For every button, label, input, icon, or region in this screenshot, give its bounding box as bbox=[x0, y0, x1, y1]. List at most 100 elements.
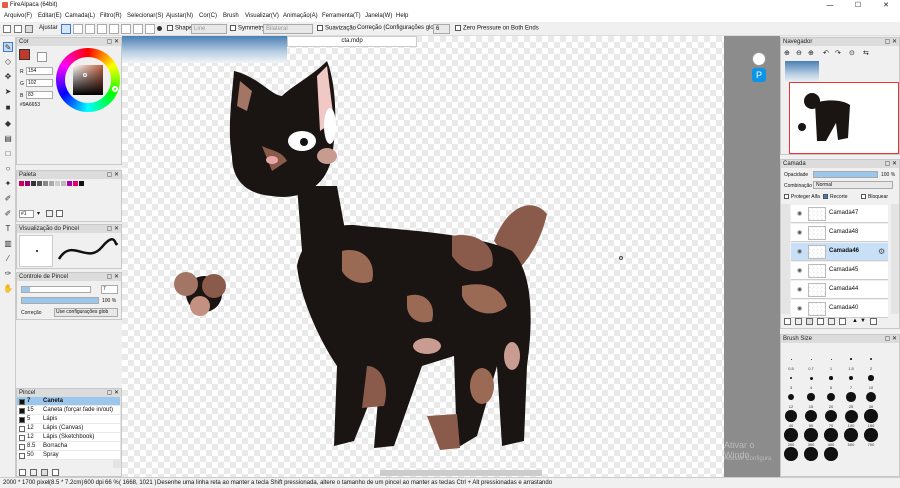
text-icon[interactable]: T bbox=[3, 224, 13, 234]
add-brush-icon[interactable] bbox=[19, 469, 26, 476]
visibility-icon[interactable]: ◉ bbox=[797, 286, 802, 293]
menu-janela[interactable]: Janela(W) bbox=[365, 13, 392, 19]
brush-size-dot[interactable] bbox=[864, 428, 878, 442]
brush-size-dot[interactable] bbox=[865, 391, 877, 403]
menu-animacao[interactable]: Animação(A) bbox=[283, 13, 318, 19]
zoom-fit-icon[interactable]: ⊕ bbox=[808, 49, 814, 57]
brush-list-item[interactable]: 12 Lápis (Canvas) bbox=[17, 424, 120, 433]
palette-swatch[interactable] bbox=[55, 181, 60, 186]
menu-visualizar[interactable]: Visualizar(V) bbox=[245, 13, 279, 19]
delete-palette-icon[interactable] bbox=[56, 210, 63, 217]
flip-icon[interactable]: ⇆ bbox=[863, 49, 869, 57]
brush-size-dot[interactable] bbox=[807, 393, 815, 401]
brush-correction-select[interactable]: Use configurações glob bbox=[54, 308, 118, 317]
brush-size-dot[interactable] bbox=[824, 409, 838, 423]
layer-opacity-slider[interactable] bbox=[813, 171, 878, 178]
saturation-value-box[interactable] bbox=[73, 65, 103, 95]
stroke-radial-button[interactable] bbox=[109, 24, 119, 34]
brush-list-item[interactable]: 15 Caneta (forçar fade in/out) bbox=[17, 406, 120, 415]
delete-brush-icon[interactable] bbox=[52, 469, 59, 476]
pixiv-icon[interactable]: P bbox=[752, 68, 766, 82]
brush-size-dot[interactable] bbox=[870, 358, 872, 360]
brush-size-dot[interactable] bbox=[844, 409, 858, 423]
brush-size-dot[interactable] bbox=[826, 392, 836, 402]
palette-page-select[interactable]: #1 bbox=[19, 210, 34, 218]
maximize-button[interactable]: ☐ bbox=[844, 0, 872, 11]
brush-size-dot[interactable] bbox=[829, 376, 833, 380]
hand-icon[interactable]: ✋ bbox=[3, 284, 13, 294]
layer-row[interactable]: ◉ Camada44 bbox=[791, 281, 888, 299]
eyedropper-icon[interactable]: ✑ bbox=[3, 269, 13, 279]
rotate-left-icon[interactable]: ↶ bbox=[823, 49, 829, 57]
gradient-icon[interactable]: ▤ bbox=[3, 134, 13, 144]
protect-alpha-toggle[interactable]: Proteger Alfa bbox=[784, 194, 820, 200]
canvas-area[interactable]: cta.mdp bbox=[122, 36, 724, 477]
symmetry-select[interactable]: Bilateral bbox=[263, 24, 313, 34]
lasso-icon[interactable]: ○ bbox=[3, 164, 13, 174]
stroke-curve-button[interactable] bbox=[133, 24, 143, 34]
palette-swatch[interactable] bbox=[25, 181, 30, 186]
shape-toggle[interactable]: Shape bbox=[167, 25, 192, 32]
menu-camada[interactable]: Camada(L) bbox=[65, 13, 95, 19]
navigator-viewport[interactable] bbox=[789, 82, 899, 154]
brush-size-dot[interactable] bbox=[846, 392, 856, 402]
duplicate-layer-icon[interactable] bbox=[806, 318, 813, 325]
visibility-icon[interactable]: ◉ bbox=[797, 210, 802, 217]
stroke-mode-icon[interactable] bbox=[25, 25, 33, 33]
layer-row[interactable]: ◉ Camada40 bbox=[791, 300, 888, 318]
menu-editar[interactable]: Editar(E) bbox=[38, 13, 62, 19]
zoom-out-icon[interactable]: ⊖ bbox=[796, 49, 802, 57]
rect-select-icon[interactable]: □ bbox=[3, 149, 13, 159]
brush-list-item[interactable]: 12 Lápis (Sketchbook) bbox=[17, 433, 120, 442]
brush-size-dot[interactable] bbox=[784, 447, 798, 461]
move-layer-up-icon[interactable]: ▲ bbox=[852, 318, 858, 324]
delete-layer-icon[interactable] bbox=[870, 318, 877, 325]
palette-swatch[interactable] bbox=[43, 181, 48, 186]
bucket-icon[interactable]: ◆ bbox=[3, 119, 13, 129]
hue-handle[interactable] bbox=[112, 86, 118, 92]
visibility-icon[interactable]: ◉ bbox=[797, 267, 802, 274]
brush-size-dot[interactable] bbox=[810, 358, 812, 360]
zoom-in-icon[interactable]: ⊕ bbox=[784, 49, 790, 57]
palette-swatch[interactable] bbox=[73, 181, 78, 186]
eraser-mode-icon[interactable] bbox=[14, 25, 22, 33]
layer-settings-icon[interactable]: ⚙ bbox=[878, 247, 885, 256]
brush-list-item[interactable]: 5 Lápis bbox=[17, 415, 120, 424]
select-eraser-icon[interactable]: ✐ bbox=[3, 209, 13, 219]
brush-size-dot[interactable] bbox=[864, 409, 878, 423]
menu-ferramenta[interactable]: Ferramenta(T) bbox=[322, 13, 361, 19]
stroke-vanish-button[interactable] bbox=[145, 24, 155, 34]
smoothing-toggle[interactable]: Suavização bbox=[317, 25, 356, 32]
brush-size-dot[interactable] bbox=[789, 376, 793, 380]
visibility-icon[interactable]: ◉ bbox=[797, 248, 802, 255]
layer-row[interactable]: ◉ Camada47 bbox=[791, 205, 888, 223]
new-folder-icon[interactable] bbox=[795, 318, 802, 325]
brush-size-dot[interactable] bbox=[848, 375, 854, 381]
menu-filtro[interactable]: Filtro(R) bbox=[100, 13, 122, 19]
close-button[interactable]: ✕ bbox=[872, 0, 900, 11]
clipping-toggle[interactable]: Recorte bbox=[823, 194, 848, 200]
select-pen-icon[interactable]: ✐ bbox=[3, 194, 13, 204]
reset-rotation-icon[interactable]: ⊙ bbox=[849, 49, 855, 57]
pen-icon[interactable]: ✎ bbox=[3, 42, 13, 52]
brush-size-dot[interactable] bbox=[868, 375, 874, 381]
brush-size-dot[interactable] bbox=[785, 410, 797, 422]
palette-swatch[interactable] bbox=[37, 181, 42, 186]
folder-brush-icon[interactable] bbox=[41, 469, 48, 476]
visibility-icon[interactable]: ◉ bbox=[797, 305, 802, 312]
layer-row[interactable]: ◉ Camada48 bbox=[791, 224, 888, 242]
move-layer-down-icon[interactable]: ▼ bbox=[860, 318, 866, 324]
rotate-right-icon[interactable]: ↷ bbox=[835, 49, 841, 57]
r-input[interactable]: 154 bbox=[26, 67, 53, 75]
menu-cor[interactable]: Cor(C) bbox=[199, 13, 217, 19]
fill-rect-icon[interactable]: ■ bbox=[3, 103, 13, 113]
brush-size-dot[interactable] bbox=[784, 428, 798, 442]
brush-list-item[interactable]: 7 Caneta bbox=[17, 397, 120, 406]
pointer-icon[interactable]: ➤ bbox=[3, 87, 13, 97]
duplicate-brush-icon[interactable] bbox=[30, 469, 37, 476]
menu-selecionar[interactable]: Selecionar(S) bbox=[127, 13, 163, 19]
palette-swatch[interactable] bbox=[61, 181, 66, 186]
brush-list-item[interactable]: 50 Spray bbox=[17, 451, 120, 460]
brush-size-dot[interactable] bbox=[804, 428, 818, 442]
magic-wand-icon[interactable]: ✦ bbox=[3, 179, 13, 189]
